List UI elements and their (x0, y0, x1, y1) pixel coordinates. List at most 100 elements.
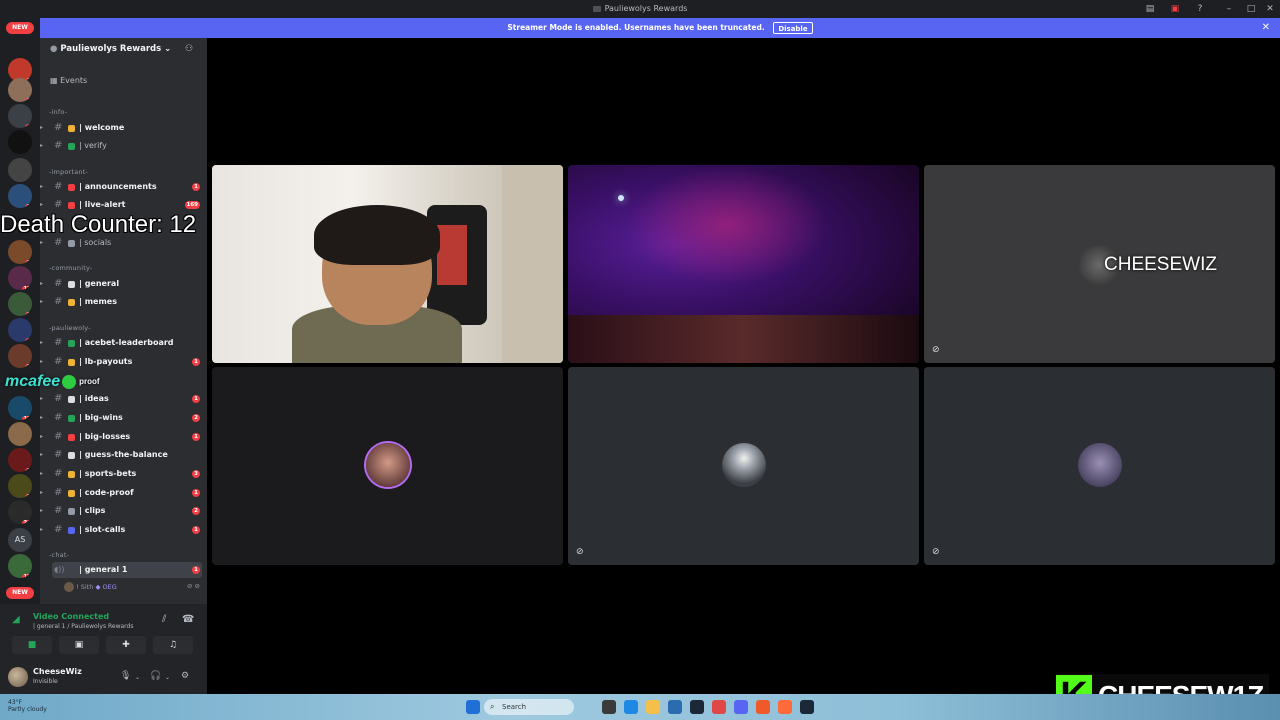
channel-welcome[interactable]: ▸ # | welcome (40, 120, 202, 136)
channel-name: | sports-bets (79, 469, 137, 478)
server-icon[interactable]: 43 (8, 318, 32, 342)
channel-ideas[interactable]: ▸ # | ideas 1 (40, 391, 202, 407)
maximize-icon[interactable]: □ (1245, 3, 1257, 15)
inbox-icon[interactable]: ▤ (1144, 3, 1156, 15)
username[interactable]: CheeseWiz (33, 667, 82, 676)
server-icon[interactable]: 47 (8, 104, 32, 128)
server-icon[interactable]: 62 (8, 78, 32, 102)
server-badge: 26 (25, 312, 32, 316)
server-icon[interactable] (8, 130, 32, 154)
category-important[interactable]: -important- (49, 168, 88, 176)
minimize-icon[interactable]: – (1223, 3, 1235, 15)
avatar[interactable] (8, 667, 28, 687)
channel-lb-payouts[interactable]: ▸ # | lb-payouts 1 (40, 354, 202, 370)
edge-icon[interactable] (624, 700, 638, 714)
microphone-icon[interactable]: 🎙 (120, 671, 131, 681)
noise-suppression-icon[interactable]: ⫽ (162, 614, 166, 625)
voice-channel-general-1[interactable]: ◖)) | general 1 1 (52, 562, 202, 578)
server-icon[interactable]: 24 (8, 344, 32, 368)
video-tile-3[interactable]: CHEESEWIZ ⊘ (924, 165, 1275, 363)
headphones-icon[interactable]: 🎧 (150, 671, 161, 681)
chevron-down-icon[interactable]: ⌄ (135, 674, 140, 681)
channel-guess-the-balance[interactable]: ▸ # | guess-the-balance (40, 447, 202, 463)
start-icon[interactable] (466, 700, 480, 714)
search-box[interactable]: ⌕ Search (484, 699, 574, 715)
soundboard-button[interactable]: ♫ (153, 636, 193, 654)
server-icon[interactable]: 10 (8, 448, 32, 472)
channel-clips[interactable]: ▸ # | clips 2 (40, 503, 202, 519)
server-icon[interactable]: 6 (8, 422, 32, 446)
close-window-icon[interactable]: ✕ (1264, 3, 1276, 15)
add-member-icon[interactable]: ⚇ (185, 44, 193, 54)
events-link[interactable]: ▦ Events (50, 76, 87, 85)
camera-button[interactable]: ■ (12, 636, 52, 654)
category-chat[interactable]: -chat- (49, 551, 69, 559)
mcafee-overlay: mcafee proof (5, 373, 100, 391)
screen-share-button[interactable]: ▣ (59, 636, 99, 654)
calendar-icon: ▦ (50, 76, 61, 85)
settings-gear-icon[interactable]: ⚙ (181, 671, 189, 681)
help-icon[interactable]: ? (1194, 3, 1206, 15)
activities-button[interactable]: ✚ (106, 636, 146, 654)
category-community[interactable]: -community- (49, 264, 92, 272)
channel-arrow-icon: ▸ (40, 526, 44, 533)
channel-arrow-icon: ▸ (40, 142, 44, 149)
hash-icon: # (54, 296, 63, 307)
weather-widget[interactable]: 43°F Partly cloudy (8, 699, 47, 713)
channel-big-wins[interactable]: ▸ # | big-wins 2 (40, 410, 202, 426)
member-tag-text: OEG (102, 583, 117, 591)
app-icon[interactable] (668, 700, 682, 714)
voice-channel-name: | general 1 (79, 565, 128, 574)
unread-badge: 3 (192, 470, 200, 478)
server-icon[interactable]: 243 (8, 500, 32, 524)
channel-sports-bets[interactable]: ▸ # | sports-bets 3 (40, 466, 202, 482)
channel-emoji-icon (68, 452, 75, 459)
category-info[interactable]: -info- (49, 108, 67, 116)
steam-icon[interactable] (800, 700, 814, 714)
video-tile-5[interactable]: ⊘ (568, 367, 919, 565)
server-icon[interactable]: 30 (8, 184, 32, 208)
app-icon[interactable] (712, 700, 726, 714)
disconnect-icon[interactable]: ☎ (182, 614, 194, 625)
video-tile-2[interactable] (568, 165, 919, 363)
chevron-down-icon[interactable]: ⌄ (165, 674, 170, 681)
server-icon[interactable]: 26 (8, 292, 32, 316)
channel-code-proof[interactable]: ▸ # | code-proof 1 (40, 485, 202, 501)
server-icon[interactable]: 37 (8, 240, 32, 264)
steam-icon[interactable] (690, 700, 704, 714)
voice-member[interactable]: ! Sith ◆ OEG ⊘ ⊘ (64, 582, 200, 596)
channel-big-losses[interactable]: ▸ # | big-losses 1 (40, 429, 202, 445)
discord-icon[interactable] (734, 700, 748, 714)
video-tile-6[interactable]: ⊘ (924, 367, 1275, 565)
channel-verify[interactable]: ▸ # | verify (40, 138, 202, 154)
channel-arrow-icon: ▸ (40, 339, 44, 346)
video-tile-4[interactable] (212, 367, 563, 565)
channel-arrow-icon: ▸ (40, 489, 44, 496)
disable-streamer-mode-button[interactable]: Disable (773, 22, 813, 34)
signal-icon[interactable]: ◢ (12, 614, 20, 625)
server-icon[interactable]: 14 (8, 474, 32, 498)
file-explorer-icon[interactable] (646, 700, 660, 714)
channel-arrow-icon: ▸ (40, 395, 44, 402)
close-banner-icon[interactable]: ✕ (1262, 18, 1270, 38)
server-icon[interactable]: 131 (8, 266, 32, 290)
voice-location[interactable]: | general 1 / Pauliewolys Rewards (33, 623, 133, 630)
server-icon[interactable] (8, 158, 32, 182)
brave-icon[interactable] (756, 700, 770, 714)
channel-announcements[interactable]: ▸ # | announcements 1 (40, 179, 202, 195)
task-view-icon[interactable] (602, 700, 616, 714)
streamer-mode-banner: Streamer Mode is enabled. Usernames have… (40, 18, 1280, 38)
channel-general[interactable]: ▸ # | general (40, 276, 202, 292)
channel-slot-calls[interactable]: ▸ # | slot-calls 1 (40, 522, 202, 538)
server-initials-icon[interactable]: AS (8, 528, 32, 552)
server-icon[interactable]: 182 (8, 396, 32, 420)
video-tile-1[interactable] (212, 165, 563, 363)
server-icon[interactable]: 187 (8, 554, 32, 578)
app-icon[interactable] (778, 700, 792, 714)
server-badge: 187 (21, 574, 32, 578)
screen-share-icon[interactable]: ▣ (1169, 3, 1181, 15)
channel-memes[interactable]: ▸ # | memes (40, 294, 202, 310)
guild-name[interactable]: ● Pauliewolys Rewards ⌄ (50, 44, 171, 54)
category-pauliewoly[interactable]: -pauliewoly- (49, 324, 91, 332)
channel-acebet-leaderboard[interactable]: ▸ # | acebet-leaderboard (40, 335, 202, 351)
